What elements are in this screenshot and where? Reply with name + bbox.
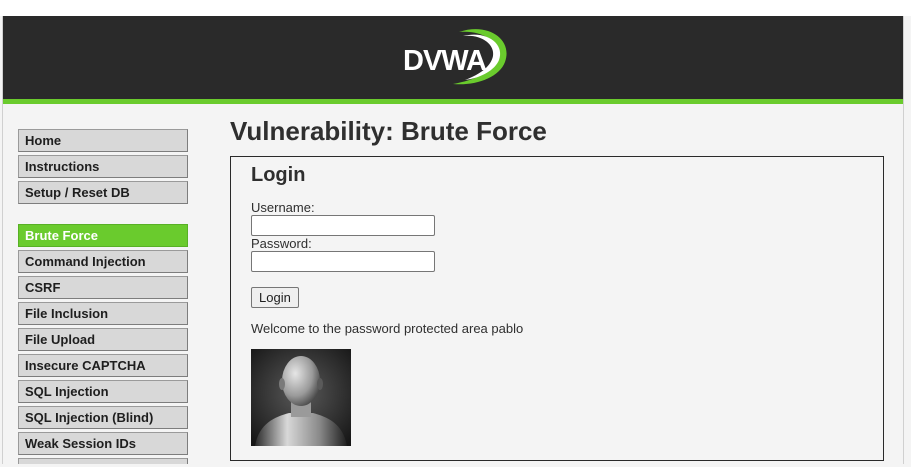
user-avatar-image	[251, 349, 351, 446]
dvwa-logo-icon: DVWA	[403, 29, 507, 85]
login-button[interactable]: Login	[251, 287, 299, 308]
login-form-box: Login Username: Password: Login Welcome …	[230, 156, 884, 461]
browser-top-strip	[0, 0, 911, 16]
menu-item-file-upload[interactable]: File Upload	[18, 328, 188, 351]
dvwa-logo[interactable]: DVWA	[401, 26, 511, 88]
main-menu: Home Instructions Setup / Reset DB Brute…	[18, 129, 188, 467]
menu-item-command-injection[interactable]: Command Injection	[18, 250, 188, 273]
menu-item-instructions[interactable]: Instructions	[18, 155, 188, 178]
menu-spacer	[18, 207, 188, 224]
svg-text:DVWA: DVWA	[403, 45, 487, 77]
password-label: Password:	[251, 236, 312, 251]
menu-item-home[interactable]: Home	[18, 129, 188, 152]
menu-item-next-cut-off[interactable]	[18, 458, 188, 464]
form-title: Login	[251, 164, 306, 186]
header: DVWA	[3, 16, 903, 104]
menu-item-brute-force[interactable]: Brute Force	[18, 224, 188, 247]
menu-item-sql-injection[interactable]: SQL Injection	[18, 380, 188, 403]
password-input[interactable]	[251, 251, 435, 272]
page-title: Vulnerability: Brute Force	[230, 116, 547, 146]
menu-item-sql-injection-blind[interactable]: SQL Injection (Blind)	[18, 406, 188, 429]
menu-block-vulnerabilities: Brute Force Command Injection CSRF File …	[18, 224, 188, 464]
menu-item-file-inclusion[interactable]: File Inclusion	[18, 302, 188, 325]
username-input[interactable]	[251, 215, 435, 236]
menu-item-setup-reset-db[interactable]: Setup / Reset DB	[18, 181, 188, 204]
menu-item-insecure-captcha[interactable]: Insecure CAPTCHA	[18, 354, 188, 377]
welcome-message: Welcome to the password protected area p…	[251, 321, 524, 336]
menu-item-weak-session-ids[interactable]: Weak Session IDs	[18, 432, 188, 455]
user-avatar	[251, 349, 351, 446]
menu-block-general: Home Instructions Setup / Reset DB	[18, 129, 188, 204]
page-container: DVWA Home Instructions Setup / Reset DB …	[2, 16, 904, 464]
username-label: Username:	[251, 200, 315, 215]
menu-item-csrf[interactable]: CSRF	[18, 276, 188, 299]
